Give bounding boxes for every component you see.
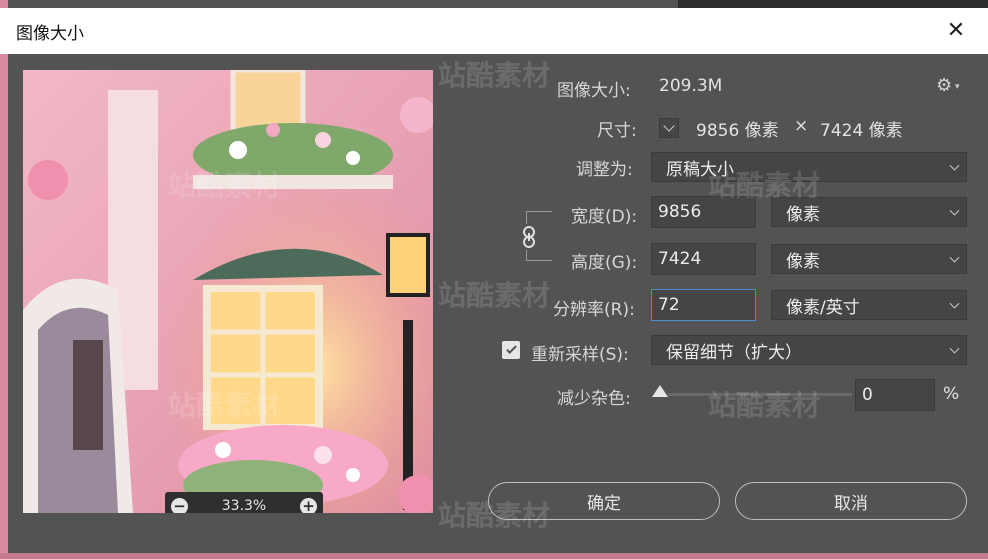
close-icon[interactable]: ✕ xyxy=(942,16,970,44)
watermark: 站酷素材 xyxy=(708,389,821,422)
reduce-noise-label: 减少杂色: xyxy=(557,389,631,409)
width-label: 宽度(D): xyxy=(571,207,638,227)
zoom-out-button[interactable]: − xyxy=(171,497,188,513)
ok-button[interactable]: 确定 xyxy=(488,482,720,520)
dimensions-times: × xyxy=(794,116,809,136)
zoom-in-button[interactable]: + xyxy=(299,497,317,513)
checkmark-icon xyxy=(505,343,517,354)
resample-method-select[interactable]: 保留细节（扩大） xyxy=(651,335,967,365)
resolution-unit-select[interactable]: 像素/英寸 xyxy=(771,290,967,320)
fit-to-value: 原稿大小 xyxy=(666,159,734,180)
chain-glyph xyxy=(523,226,535,248)
preview-image xyxy=(23,70,433,513)
gear-icon[interactable]: ⚙ xyxy=(936,75,952,96)
resample-label: 重新采样(S): xyxy=(531,345,629,365)
chevron-down-icon xyxy=(663,120,675,132)
reduce-noise-slider-thumb[interactable] xyxy=(652,385,668,397)
height-input[interactable]: 7424 xyxy=(651,243,756,275)
dimensions-label: 尺寸: xyxy=(597,121,637,141)
fit-to-label: 调整为: xyxy=(576,160,633,180)
height-unit-value: 像素 xyxy=(786,251,820,272)
reduce-noise-unit: % xyxy=(943,384,960,404)
reduce-noise-input[interactable]: 0 xyxy=(855,379,935,411)
resample-method-value: 保留细节（扩大） xyxy=(666,342,802,363)
title-bar: 图像大小 ✕ xyxy=(0,8,988,54)
width-unit-select[interactable]: 像素 xyxy=(771,197,967,227)
resample-checkbox[interactable] xyxy=(502,341,520,359)
width-unit-value: 像素 xyxy=(786,204,820,225)
image-size-value: 209.3M xyxy=(659,76,723,96)
height-value: 7424 xyxy=(658,249,702,269)
image-preview[interactable]: − 33.3% + xyxy=(23,70,433,513)
chevron-down-icon xyxy=(949,160,960,171)
resolution-label: 分辨率(R): xyxy=(553,300,635,320)
background-bottom xyxy=(0,553,988,559)
reduce-noise-slider-track[interactable] xyxy=(668,393,852,396)
image-size-dialog: − 33.3% + 图像大小: 209.3M ⚙ ▾ 尺寸: 9856 像素 ×… xyxy=(8,54,988,553)
window-title: 图像大小 xyxy=(16,23,84,44)
link-icon[interactable] xyxy=(517,224,541,250)
zoom-level: 33.3% xyxy=(221,498,267,513)
chevron-down-icon xyxy=(949,298,960,309)
chevron-down-icon: ▾ xyxy=(955,82,960,92)
width-value: 9856 xyxy=(658,202,702,222)
height-unit-select[interactable]: 像素 xyxy=(771,244,967,274)
dimensions-width: 9856 像素 xyxy=(696,121,779,141)
zoom-control: − 33.3% + xyxy=(165,492,323,513)
width-input[interactable]: 9856 xyxy=(651,196,756,228)
chevron-down-icon xyxy=(949,252,960,263)
chevron-down-icon xyxy=(949,205,960,216)
fit-to-select[interactable]: 原稿大小 xyxy=(651,152,967,182)
chevron-down-icon xyxy=(949,343,960,354)
watermark: 站酷素材 xyxy=(438,279,551,312)
dimensions-height: 7424 像素 xyxy=(820,121,903,141)
image-size-label: 图像大小: xyxy=(557,81,631,101)
height-label: 高度(G): xyxy=(571,253,638,273)
background-left xyxy=(0,0,8,559)
cancel-button[interactable]: 取消 xyxy=(735,482,967,520)
resolution-value: 72 xyxy=(658,295,680,315)
dimensions-unit-toggle[interactable] xyxy=(659,118,679,138)
watermark: 站酷素材 xyxy=(438,59,551,92)
resolution-input[interactable]: 72 xyxy=(651,289,756,321)
reduce-noise-value: 0 xyxy=(862,385,873,405)
resolution-unit-value: 像素/英寸 xyxy=(786,297,860,318)
